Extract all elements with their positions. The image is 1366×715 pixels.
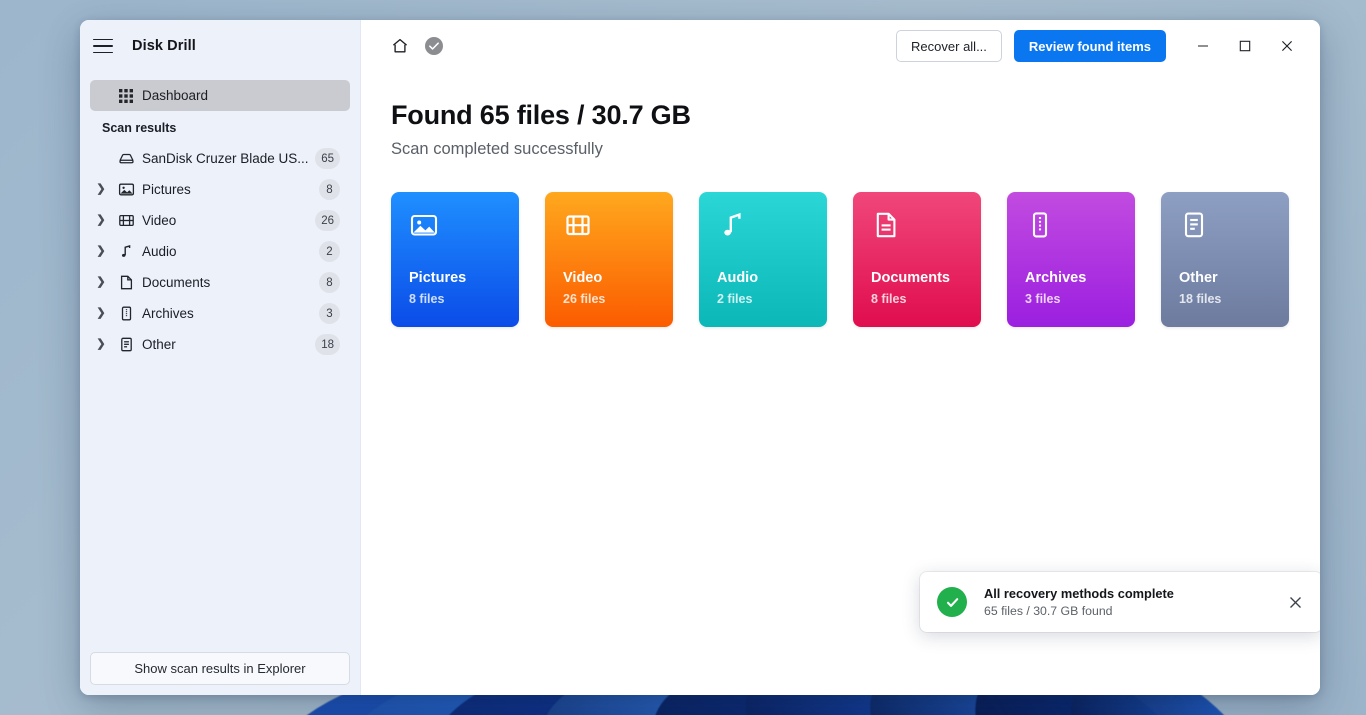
- toast-notification: All recovery methods complete 65 files /…: [920, 572, 1320, 632]
- sidebar-item-count: 8: [319, 179, 340, 200]
- sidebar-section-title: Scan results: [102, 121, 177, 135]
- sidebar-item-label: Video: [142, 213, 177, 228]
- sidebar-item-pictures[interactable]: ❯ Pictures 8: [90, 174, 350, 205]
- tile-count: 8 files: [871, 292, 907, 306]
- tile-count: 3 files: [1025, 292, 1061, 306]
- tile-count: 2 files: [717, 292, 753, 306]
- close-button[interactable]: [1266, 29, 1308, 63]
- tile-count: 18 files: [1179, 292, 1222, 306]
- sidebar-item-count: 8: [319, 272, 340, 293]
- review-found-items-button[interactable]: Review found items: [1013, 30, 1166, 62]
- picture-icon: [409, 210, 439, 245]
- list-icon: [112, 336, 140, 353]
- tile-other[interactable]: Other 18 files: [1161, 192, 1289, 327]
- sidebar-header: Disk Drill: [80, 20, 360, 72]
- sidebar-item-label: Other: [142, 337, 176, 352]
- music-note-icon: [717, 210, 747, 245]
- recover-all-button[interactable]: Recover all...: [896, 30, 1002, 62]
- toolbar: Recover all... Review found items: [361, 20, 1320, 72]
- sidebar-item-label: Dashboard: [142, 88, 209, 103]
- archive-icon: [1025, 210, 1055, 245]
- tile-video[interactable]: Video 26 files: [545, 192, 673, 327]
- sidebar-item-count: 18: [315, 334, 340, 355]
- sidebar-item-archives[interactable]: ❯ Archives 3: [90, 298, 350, 329]
- category-tiles: Pictures 8 files Video 26 files Audio 2 …: [391, 192, 1290, 327]
- chevron-right-icon[interactable]: ❯: [90, 308, 112, 319]
- main-panel: Recover all... Review found items Found …: [361, 20, 1320, 695]
- sidebar-item-dashboard[interactable]: Dashboard: [90, 80, 350, 111]
- film-icon: [112, 212, 140, 229]
- tile-count: 8 files: [409, 292, 445, 306]
- sidebar-item-label: Archives: [142, 306, 194, 321]
- sidebar-item-sandisk-drive[interactable]: SanDisk Cruzer Blade US... 65: [90, 143, 350, 174]
- page-subtitle: Scan completed successfully: [391, 140, 603, 158]
- tile-pictures[interactable]: Pictures 8 files: [391, 192, 519, 327]
- show-scan-results-in-explorer-button[interactable]: Show scan results in Explorer: [90, 652, 350, 685]
- toast-title: All recovery methods complete: [984, 586, 1174, 601]
- chevron-right-icon[interactable]: ❯: [90, 184, 112, 195]
- tile-count: 26 files: [563, 292, 606, 306]
- picture-icon: [112, 181, 140, 198]
- tile-label: Audio: [717, 270, 759, 286]
- sidebar-item-other[interactable]: ❯ Other 18: [90, 329, 350, 360]
- app-title: Disk Drill: [132, 38, 196, 54]
- sidebar-footer: Show scan results in Explorer: [80, 642, 360, 695]
- home-icon[interactable]: [383, 29, 417, 63]
- close-icon[interactable]: [1282, 589, 1308, 615]
- archive-icon: [112, 305, 140, 322]
- tile-audio[interactable]: Audio 2 files: [699, 192, 827, 327]
- minimize-button[interactable]: [1182, 29, 1224, 63]
- sidebar-item-count: 3: [319, 303, 340, 324]
- hamburger-menu-icon[interactable]: [90, 33, 116, 59]
- film-icon: [563, 210, 593, 245]
- sidebar-item-label: Audio: [142, 244, 177, 259]
- tile-label: Documents: [871, 270, 950, 286]
- toast-subtitle: 65 files / 30.7 GB found: [984, 604, 1113, 618]
- sidebar-item-count: 26: [315, 210, 340, 231]
- sidebar-item-count: 65: [315, 148, 340, 169]
- tile-label: Video: [563, 270, 603, 286]
- sidebar-nav: Dashboard Scan results SanDisk Cruzer Bl…: [80, 72, 360, 642]
- disk-drill-window: Disk Drill Dashboard Scan results SanDis…: [80, 20, 1320, 695]
- tile-label: Pictures: [409, 270, 467, 286]
- sidebar: Disk Drill Dashboard Scan results SanDis…: [80, 20, 361, 695]
- music-note-icon: [112, 243, 140, 260]
- sidebar-item-label: Documents: [142, 275, 211, 290]
- grid-icon: [112, 88, 140, 103]
- tile-documents[interactable]: Documents 8 files: [853, 192, 981, 327]
- sidebar-item-audio[interactable]: ❯ Audio 2: [90, 236, 350, 267]
- sidebar-item-label: Pictures: [142, 182, 191, 197]
- sidebar-item-label: SanDisk Cruzer Blade US...: [142, 151, 309, 166]
- drive-icon: [112, 150, 140, 167]
- list-icon: [1179, 210, 1209, 245]
- check-circle-icon[interactable]: [417, 29, 451, 63]
- sidebar-item-video[interactable]: ❯ Video 26: [90, 205, 350, 236]
- tile-label: Archives: [1025, 270, 1087, 286]
- chevron-right-icon[interactable]: ❯: [90, 277, 112, 288]
- chevron-right-icon[interactable]: ❯: [90, 246, 112, 257]
- document-icon: [112, 274, 140, 291]
- chevron-right-icon[interactable]: ❯: [90, 215, 112, 226]
- tile-archives[interactable]: Archives 3 files: [1007, 192, 1135, 327]
- tile-label: Other: [1179, 270, 1218, 286]
- toast-text: All recovery methods complete 65 files /…: [967, 586, 1282, 618]
- content-area: Found 65 files / 30.7 GB Scan completed …: [361, 72, 1320, 327]
- success-check-icon: [937, 587, 967, 617]
- page-title: Found 65 files / 30.7 GB: [391, 100, 691, 130]
- document-icon: [871, 210, 901, 245]
- maximize-button[interactable]: [1224, 29, 1266, 63]
- sidebar-item-count: 2: [319, 241, 340, 262]
- sidebar-item-documents[interactable]: ❯ Documents 8: [90, 267, 350, 298]
- chevron-right-icon[interactable]: ❯: [90, 339, 112, 350]
